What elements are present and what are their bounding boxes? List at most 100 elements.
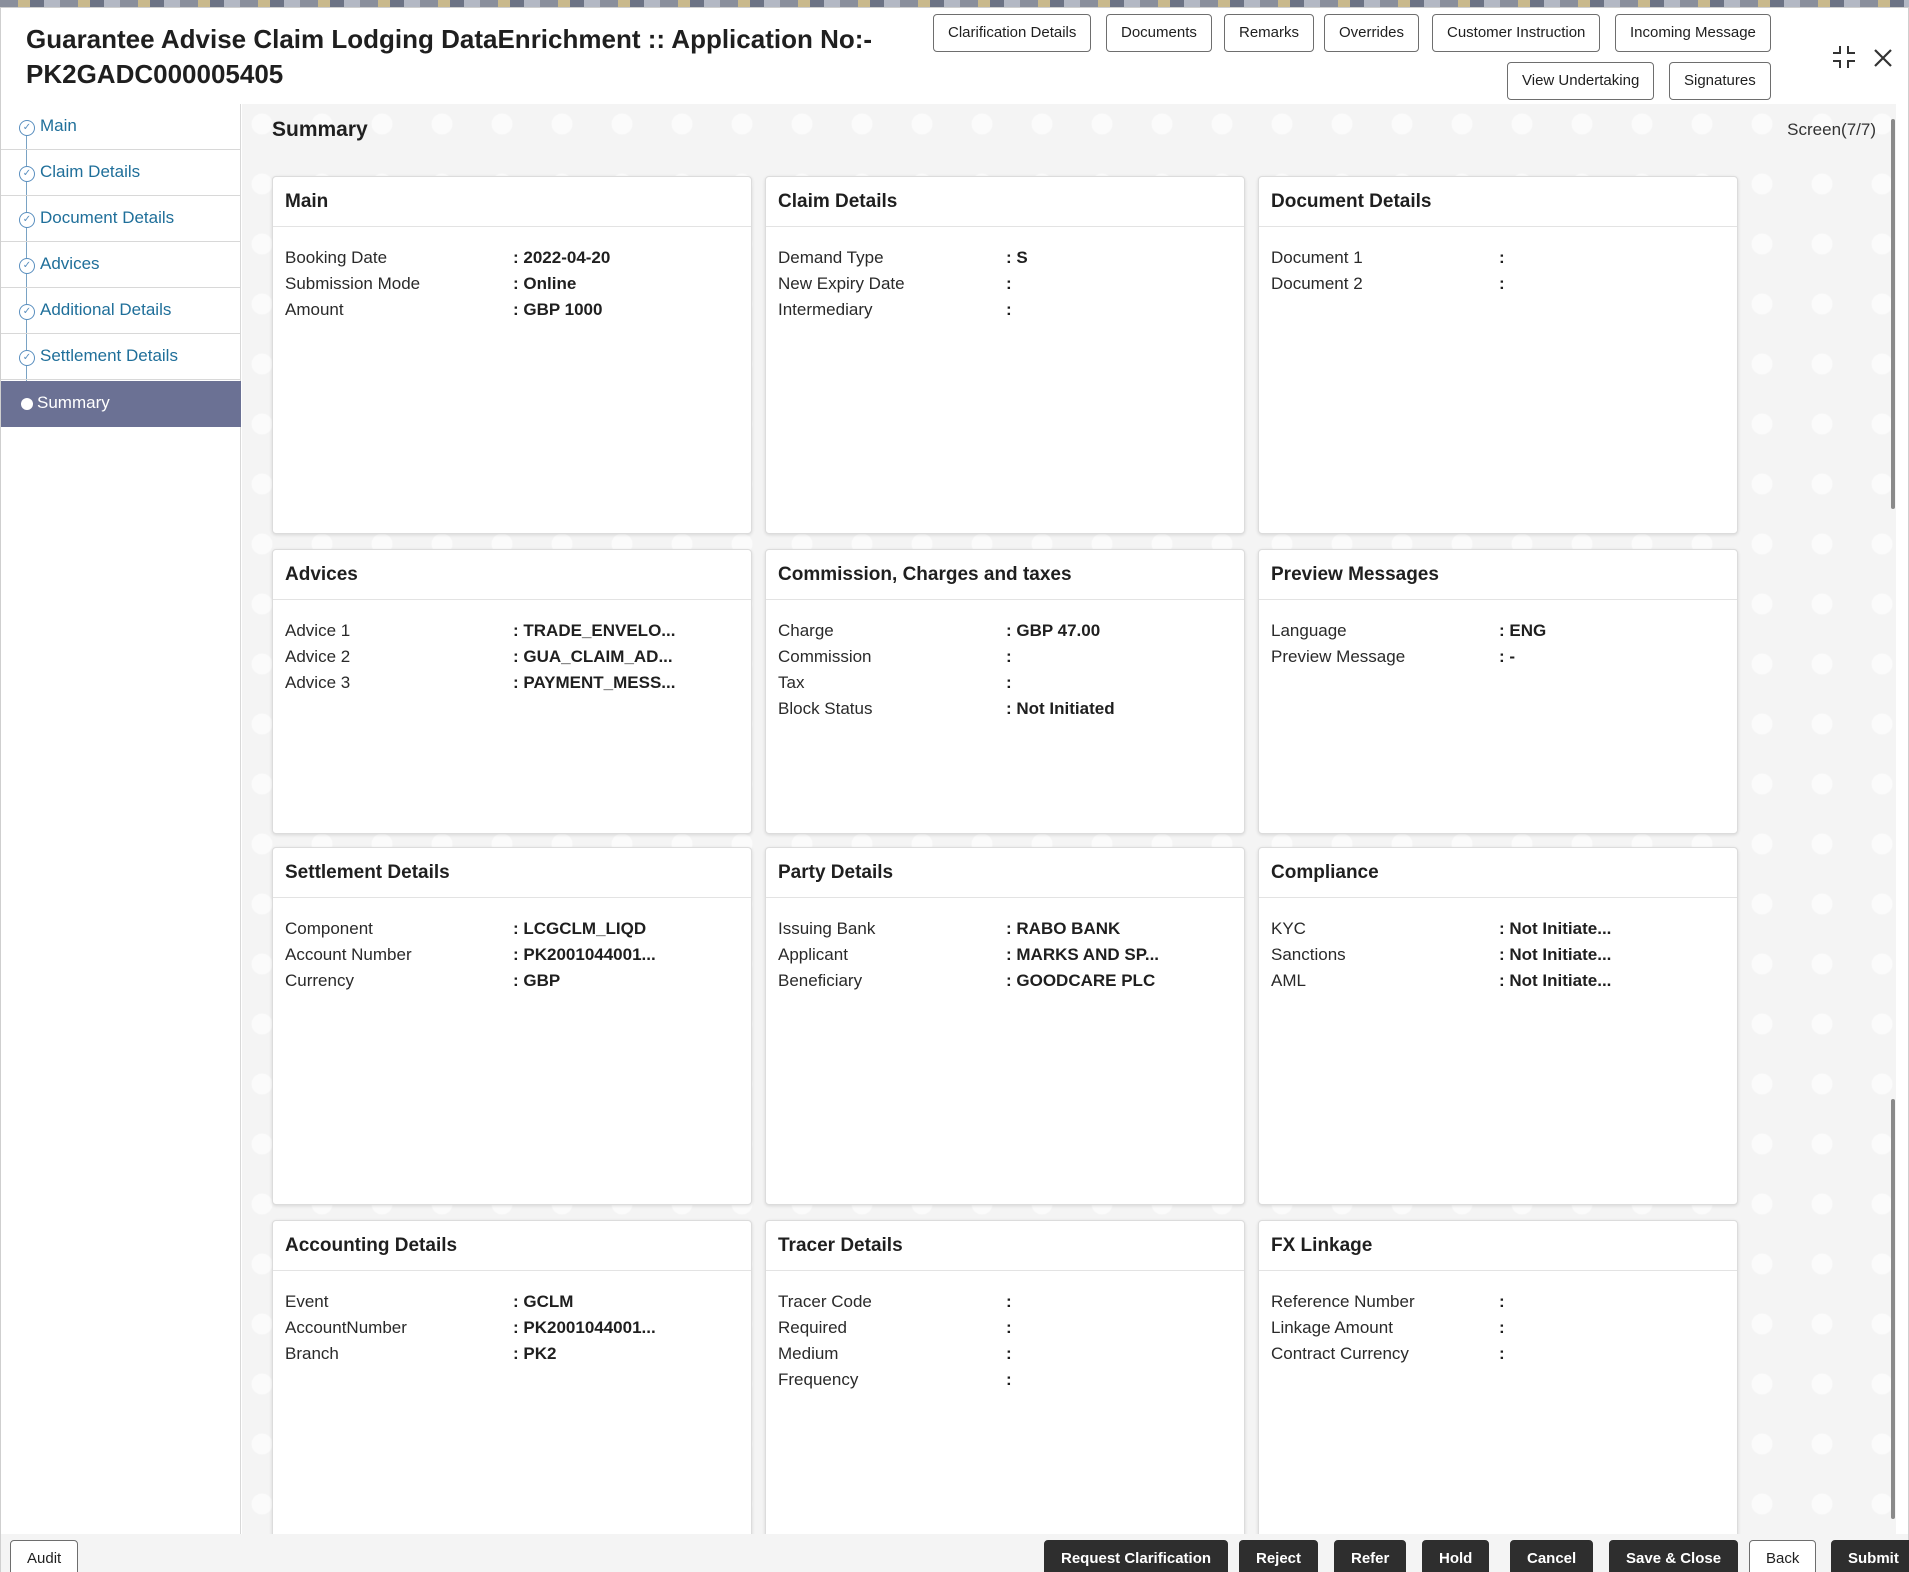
field-label: Demand Type (778, 248, 884, 267)
field-label: Component (285, 919, 373, 938)
field-value: : (1499, 1292, 1505, 1311)
field-label: Preview Message (1271, 647, 1406, 666)
field-label: Advice 3 (285, 673, 351, 692)
field-value: : (1006, 274, 1012, 293)
settlement-details-card[interactable]: Settlement Details Component: LCGCLM_LIQ… (272, 847, 752, 1205)
field-label: Account Number (285, 945, 412, 964)
audit-button[interactable]: Audit (10, 1540, 79, 1572)
card-title: Tracer Details (766, 1221, 1244, 1271)
field-row: Reference Number: (1271, 1289, 1725, 1315)
document-details-card[interactable]: Document Details Document 1: Document 2: (1258, 176, 1738, 534)
close-icon-svg (1874, 49, 1892, 67)
field-label: Booking Date (285, 248, 388, 267)
clarification-details-button[interactable]: Clarification Details (933, 14, 1092, 52)
card-title: Advices (273, 550, 751, 600)
field-row: Charge: GBP 47.00 (778, 618, 1232, 644)
preview-messages-card[interactable]: Preview Messages Language: ENG Preview M… (1258, 549, 1738, 834)
compliance-card[interactable]: Compliance KYC: Not Initiate... Sanction… (1258, 847, 1738, 1205)
main-card[interactable]: Main Booking Date: 2022-04-20 Submission… (272, 176, 752, 534)
sidebar-item-main[interactable]: ✓ Main (1, 104, 241, 150)
sidebar-item-advices[interactable]: ✓ Advices (1, 242, 241, 288)
field-value: : (1006, 1344, 1012, 1363)
sidebar-item-additional-details[interactable]: ✓ Additional Details (1, 288, 241, 334)
field-label: New Expiry Date (778, 274, 905, 293)
sidebar-item-settlement-details[interactable]: ✓ Settlement Details (1, 334, 241, 380)
card-title: Claim Details (766, 177, 1244, 227)
field-row: New Expiry Date: (778, 271, 1232, 297)
save-close-button[interactable]: Save & Close (1609, 1540, 1739, 1572)
commission-charges-card[interactable]: Commission, Charges and taxes Charge: GB… (765, 549, 1245, 834)
field-label: AML (1271, 971, 1306, 990)
field-row: Document 1: (1271, 245, 1725, 271)
sidebar-item-document-details[interactable]: ✓ Document Details (1, 196, 241, 242)
claim-details-card[interactable]: Claim Details Demand Type: S New Expiry … (765, 176, 1245, 534)
field-row: Amount: GBP 1000 (285, 297, 739, 323)
title-line-2: PK2GADC000005405 (26, 59, 284, 89)
field-value: : GUA_CLAIM_AD... (513, 647, 673, 666)
field-label: Submission Mode (285, 274, 421, 293)
back-button[interactable]: Back (1749, 1540, 1817, 1572)
field-value: : GBP 1000 (513, 300, 603, 319)
sidebar-item-summary[interactable]: Summary (1, 381, 241, 427)
field-row: Advice 2 : GUA_CLAIM_AD... (285, 644, 739, 670)
request-clarification-button[interactable]: Request Clarification (1044, 1540, 1229, 1572)
scrollbar-thumb[interactable] (1891, 1099, 1895, 1519)
scrollbar-thumb[interactable] (1891, 119, 1895, 509)
fx-linkage-card[interactable]: FX Linkage Reference Number: Linkage Amo… (1258, 1220, 1738, 1534)
documents-button[interactable]: Documents (1106, 14, 1212, 52)
check-circle-icon: ✓ (19, 212, 35, 228)
cancel-button[interactable]: Cancel (1510, 1540, 1594, 1572)
field-row: Demand Type: S (778, 245, 1232, 271)
party-details-card[interactable]: Party Details Issuing Bank: RABO BANK Ap… (765, 847, 1245, 1205)
field-row: Required: (778, 1315, 1232, 1341)
submit-button[interactable]: Submit (1831, 1540, 1909, 1572)
check-circle-icon: ✓ (19, 304, 35, 320)
field-value: : PK2001044001... (513, 1318, 656, 1337)
sidebar-item-claim-details[interactable]: ✓ Claim Details (1, 150, 241, 196)
card-title: Main (273, 177, 751, 227)
field-value: : PAYMENT_MESS... (513, 673, 676, 692)
card-title: Preview Messages (1259, 550, 1737, 600)
sidebar: ✓ Main ✓ Claim Details ✓ Document Detail… (1, 104, 241, 1534)
field-row: Tax: (778, 670, 1232, 696)
field-row: AML: Not Initiate... (1271, 968, 1725, 994)
sidebar-item-label: Advices (40, 254, 100, 273)
close-icon[interactable] (1872, 44, 1894, 74)
collapse-icon[interactable] (1831, 44, 1857, 74)
vertical-scrollbar[interactable] (1889, 104, 1896, 1534)
field-value: : ENG (1499, 621, 1547, 640)
field-value: : Not Initiate... (1499, 919, 1612, 938)
field-value: : (1499, 1344, 1505, 1363)
field-label: Advice 2 (285, 647, 351, 666)
field-row: Medium: (778, 1341, 1232, 1367)
field-row: Branch: PK2 (285, 1341, 739, 1367)
advices-card[interactable]: Advices Advice 1: TRADE_ENVELO... Advice… (272, 549, 752, 834)
customer-instruction-button[interactable]: Customer Instruction (1432, 14, 1601, 52)
field-row: Issuing Bank: RABO BANK (778, 916, 1232, 942)
view-undertaking-button[interactable]: View Undertaking (1507, 62, 1655, 100)
field-value: : - (1499, 647, 1516, 666)
field-value: : LCGCLM_LIQD (513, 919, 647, 938)
refer-button[interactable]: Refer (1334, 1540, 1407, 1572)
field-row: Tracer Code: (778, 1289, 1232, 1315)
check-circle-icon: ✓ (19, 120, 35, 136)
field-value: : (1006, 673, 1012, 692)
field-value: : (1499, 274, 1505, 293)
incoming-message-button[interactable]: Incoming Message (1615, 14, 1771, 52)
accounting-details-card[interactable]: Accounting Details Event: GCLM AccountNu… (272, 1220, 752, 1534)
reject-button[interactable]: Reject (1239, 1540, 1319, 1572)
hold-button[interactable]: Hold (1422, 1540, 1490, 1572)
field-label: Linkage Amount (1271, 1318, 1393, 1337)
field-label: Advice 1 (285, 621, 351, 640)
signatures-button[interactable]: Signatures (1669, 62, 1771, 100)
field-label: Sanctions (1271, 945, 1346, 964)
field-value: : (1006, 300, 1012, 319)
tracer-details-card[interactable]: Tracer Details Tracer Code: Required: Me… (765, 1220, 1245, 1534)
field-label: Applicant (778, 945, 848, 964)
remarks-button[interactable]: Remarks (1224, 14, 1315, 52)
field-label: Currency (285, 971, 354, 990)
overrides-button[interactable]: Overrides (1324, 14, 1420, 52)
collapse-icon-svg (1833, 46, 1855, 68)
field-value: : Not Initiated (1006, 699, 1115, 718)
title-line-1: Guarantee Advise Claim Lodging DataEnric… (26, 24, 873, 54)
